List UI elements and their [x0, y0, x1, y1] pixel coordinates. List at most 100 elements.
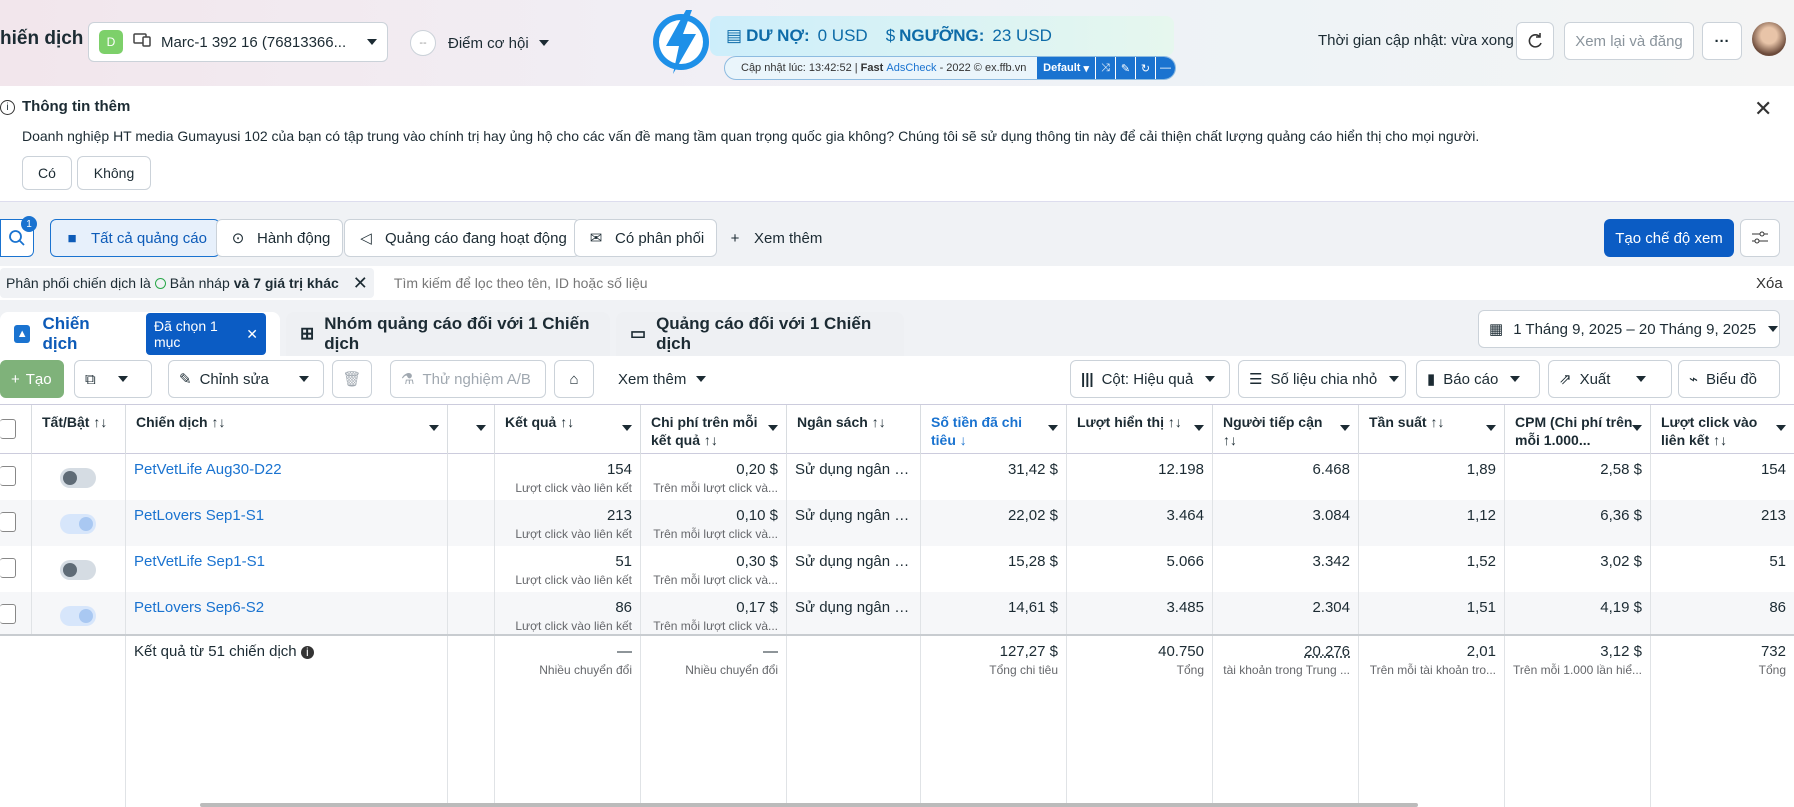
- breakdown-icon: ☰: [1249, 371, 1263, 388]
- table-row[interactable]: PetVetLife Aug30-D22 154 Lượt click vào li…: [0, 454, 1794, 500]
- all-ads-filter[interactable]: ■ Tất cả quảng cáo: [50, 219, 220, 257]
- select-all-checkbox[interactable]: [0, 419, 16, 439]
- totals-cpm: 3,12 $ Trên mỗi 1.000 lần hiể...: [1505, 636, 1651, 807]
- date-range-picker[interactable]: ▦ 1 Tháng 9, 2025 – 20 Tháng 9, 2025: [1478, 310, 1780, 348]
- duplicate-button[interactable]: ⧉: [74, 360, 152, 398]
- campaign-name-link[interactable]: PetVetLife Aug30-D22: [134, 454, 439, 480]
- clear-filters-button[interactable]: Xóa: [1756, 275, 1783, 292]
- col-impressions[interactable]: Lượt hiển thị ↑↓: [1067, 405, 1213, 455]
- review-publish-button[interactable]: Xem lại và đăng: [1564, 22, 1694, 60]
- cpr-cell: 0,10 $ Trên mỗi lượt click và...: [641, 500, 787, 546]
- campaign-toggle[interactable]: [60, 514, 96, 534]
- budget-cell: Sử dụng ngân s...: [787, 546, 921, 592]
- more-options-button[interactable]: ···: [1702, 22, 1742, 60]
- col-reach[interactable]: Người tiếp cận ↑↓: [1213, 405, 1359, 455]
- campaign-name-link[interactable]: PetLovers Sep6-S2: [134, 592, 439, 618]
- col-toggle[interactable]: Tất/Bật ↑↓: [32, 405, 126, 455]
- avatar[interactable]: [1752, 22, 1786, 56]
- col-results-label: Kết quả ↑↓: [505, 414, 575, 430]
- col-budget[interactable]: Ngân sách ↑↓: [787, 405, 921, 455]
- campaign-name-link[interactable]: PetVetLife Sep1-S1: [134, 546, 439, 572]
- col-cost-per-result[interactable]: Chi phí trên mỗi kết quả ↑↓: [641, 405, 787, 455]
- row-checkbox[interactable]: [0, 604, 16, 624]
- no-button[interactable]: Không: [77, 156, 151, 190]
- campaign-toggle[interactable]: [60, 606, 96, 626]
- search-button[interactable]: 1: [0, 216, 37, 257]
- filter-settings-button[interactable]: [1740, 219, 1780, 257]
- info-text: Doanh nghiệp HT media Gumayusi 102 của b…: [22, 128, 1480, 144]
- campaign-toggle[interactable]: [60, 560, 96, 580]
- chevron-down-icon: [696, 376, 707, 382]
- info-icon[interactable]: i: [300, 646, 314, 659]
- grid-icon: ⊞: [300, 324, 315, 343]
- ab-test-label: Thử nghiệm A/B: [422, 370, 531, 388]
- row-checkbox[interactable]: [0, 558, 16, 578]
- results-sub: Lượt click vào liên kết: [515, 481, 632, 495]
- actions-filter[interactable]: ⊙ Hành động: [216, 219, 344, 257]
- more-filters-button[interactable]: + Xem thêm: [714, 219, 834, 257]
- results-cell: 86 Lượt click vào liên kết: [495, 592, 641, 638]
- delete-button[interactable]: 🗑: [332, 360, 372, 398]
- col-cpm[interactable]: CPM (Chi phí trên mỗi 1.000...: [1505, 405, 1651, 455]
- col-link-clicks[interactable]: Lượt click vào liên kết ↑↓: [1651, 405, 1794, 455]
- tab-adsets[interactable]: ⊞ Nhóm quảng cáo đối với 1 Chiến dịch: [286, 312, 610, 356]
- cpm-value: 6,36 $: [1600, 507, 1642, 524]
- totals-hidden: [448, 636, 495, 807]
- delivery-filter-chip[interactable]: Phân phối chiến dịch là Bản nháp và 7 gi…: [0, 268, 374, 298]
- horizontal-scrollbar[interactable]: [200, 803, 1418, 807]
- minimize-icon[interactable]: —: [1155, 57, 1175, 79]
- row-checkbox[interactable]: [0, 512, 16, 532]
- row-checkbox[interactable]: [0, 466, 16, 486]
- chart-button[interactable]: ⌁ Biểu đồ: [1678, 360, 1780, 398]
- threshold-value: 23 USD: [992, 26, 1052, 45]
- reports-button[interactable]: ▮ Báo cáo: [1416, 360, 1540, 398]
- row-select-cell: [0, 500, 32, 546]
- col-hidden[interactable]: [448, 405, 495, 455]
- columns-button[interactable]: ||| Cột: Hiệu quả: [1070, 360, 1230, 398]
- tag-button[interactable]: ⌂: [554, 360, 594, 398]
- edit-icon[interactable]: ✎: [1115, 57, 1135, 79]
- opportunity-score[interactable]: -- Điểm cơ hội: [410, 30, 549, 56]
- create-button[interactable]: + Tạo: [0, 360, 64, 398]
- yes-button[interactable]: Có: [22, 156, 72, 190]
- refresh-icon[interactable]: ↻: [1135, 57, 1155, 79]
- delivered-filter[interactable]: ✉ Có phân phối: [574, 219, 718, 257]
- filter-search-input[interactable]: Tìm kiếm để lọc theo tên, ID hoặc số liệ…: [394, 275, 648, 291]
- table-row[interactable]: PetVetLife Sep1-S1 51 Lượt click vào liên …: [0, 546, 1794, 592]
- active-ads-filter[interactable]: ◁ Quảng cáo đang hoạt động: [344, 219, 580, 257]
- profile-select[interactable]: Default ▾: [1037, 57, 1095, 79]
- edit-button[interactable]: ✎ Chỉnh sửa: [168, 360, 324, 398]
- refresh-button[interactable]: [1516, 22, 1554, 60]
- col-campaign[interactable]: Chiến dịch ↑↓: [126, 405, 448, 455]
- select-all-header[interactable]: [0, 405, 32, 455]
- frequency-cell: 1,52: [1359, 546, 1505, 592]
- tab-ads[interactable]: ▭ Quảng cáo đối với 1 Chiến dịch: [616, 312, 904, 356]
- lightning-logo-icon: [653, 10, 709, 74]
- table-row[interactable]: PetLovers Sep6-S2 86 Lượt click vào liên k…: [0, 592, 1794, 638]
- ab-test-button[interactable]: ⚗ Thử nghiệm A/B: [390, 360, 546, 398]
- col-impressions-label: Lượt hiển thị ↑↓: [1077, 414, 1182, 430]
- more-filters-label: Xem thêm: [754, 229, 823, 247]
- col-frequency[interactable]: Tần suất ↑↓: [1359, 405, 1505, 455]
- cpm-value: 2,58 $: [1600, 461, 1642, 478]
- chevron-down-icon: [1776, 425, 1786, 431]
- account-selector[interactable]: D Marc-1 392 16 (76813366...: [88, 22, 388, 62]
- chip-prefix: Phân phối chiến dịch là: [6, 275, 151, 291]
- breakdown-button[interactable]: ☰ Số liệu chia nhỏ: [1238, 360, 1406, 398]
- create-view-button[interactable]: Tạo chế độ xem: [1604, 219, 1734, 257]
- totals-clicks-sub: Tổng: [1758, 663, 1786, 677]
- close-icon[interactable]: ✕: [353, 273, 368, 294]
- tab-campaigns[interactable]: ▲ Chiến dịch Đã chọn 1 mục ✕: [0, 312, 280, 356]
- shuffle-icon[interactable]: ⤨: [1095, 57, 1115, 79]
- selected-count-chip[interactable]: Đã chọn 1 mục ✕: [145, 313, 266, 355]
- col-amount-spent[interactable]: Số tiền đã chi tiêu ↓: [921, 405, 1067, 455]
- frequency-value: 1,52: [1466, 553, 1496, 570]
- close-icon[interactable]: ✕: [246, 326, 258, 343]
- export-button[interactable]: ⇗ Xuất: [1548, 360, 1672, 398]
- table-row[interactable]: PetLovers Sep1-S1 213 Lượt click vào liên …: [0, 500, 1794, 546]
- view-more-button[interactable]: Xem thêm: [608, 360, 717, 398]
- col-results[interactable]: Kết quả ↑↓: [495, 405, 641, 455]
- campaign-toggle[interactable]: [60, 468, 96, 488]
- close-icon[interactable]: ✕: [1754, 96, 1772, 122]
- campaign-name-link[interactable]: PetLovers Sep1-S1: [134, 500, 439, 526]
